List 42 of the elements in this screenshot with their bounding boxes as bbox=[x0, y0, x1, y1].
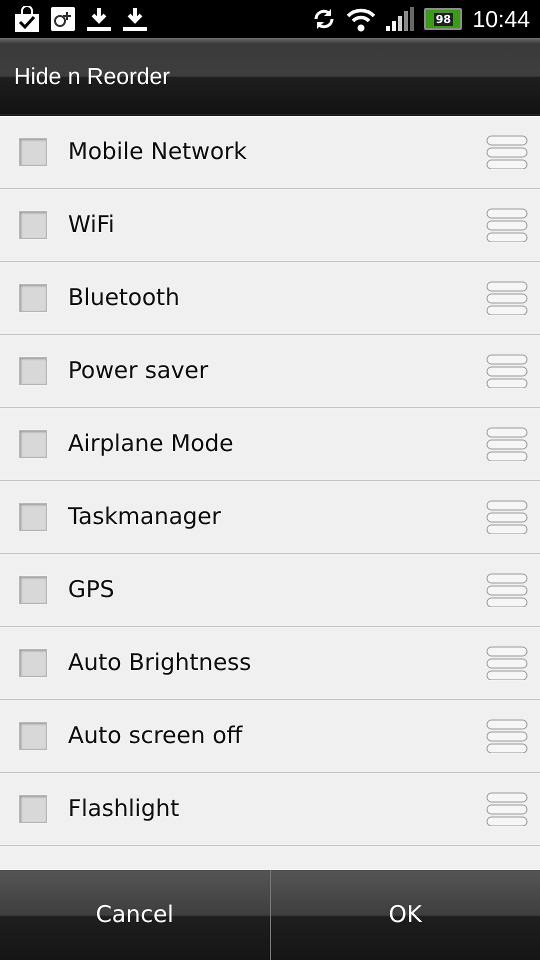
checkbox[interactable] bbox=[19, 430, 47, 458]
checkbox[interactable] bbox=[19, 284, 47, 312]
wifi-icon bbox=[346, 6, 376, 32]
item-label: WiFi bbox=[68, 212, 116, 238]
item-label: Auto screen off bbox=[68, 723, 244, 749]
dialog-title: Hide n Reorder bbox=[14, 62, 170, 90]
sync-icon bbox=[312, 7, 336, 31]
checkbox[interactable] bbox=[19, 503, 47, 531]
drag-handle-icon[interactable] bbox=[486, 500, 528, 534]
ok-button[interactable]: OK bbox=[270, 870, 540, 960]
checkbox[interactable] bbox=[19, 795, 47, 823]
plus-badge-icon bbox=[50, 6, 76, 32]
drag-handle-icon[interactable] bbox=[486, 354, 528, 388]
item-label: Flashlight bbox=[68, 796, 180, 822]
item-label: Bluetooth bbox=[68, 285, 181, 311]
drag-handle-icon[interactable] bbox=[486, 135, 528, 169]
item-label: Power saver bbox=[68, 358, 210, 384]
checkbox[interactable] bbox=[19, 211, 47, 239]
checkbox[interactable] bbox=[19, 722, 47, 750]
signal-icon bbox=[386, 7, 414, 31]
drag-handle-icon[interactable] bbox=[486, 573, 528, 607]
checkbox[interactable] bbox=[19, 138, 47, 166]
drag-handle-icon[interactable] bbox=[486, 646, 528, 680]
drag-handle-icon[interactable] bbox=[486, 427, 528, 461]
checkbox[interactable] bbox=[19, 649, 47, 677]
item-label: Auto Brightness bbox=[68, 650, 252, 676]
drag-handle-icon[interactable] bbox=[486, 792, 528, 826]
checkbox[interactable] bbox=[19, 357, 47, 385]
drag-handle-icon[interactable] bbox=[486, 281, 528, 315]
battery-level: 98 bbox=[434, 12, 454, 26]
item-label: Airplane Mode bbox=[68, 431, 234, 457]
cancel-button[interactable]: Cancel bbox=[0, 870, 270, 960]
shopping-bag-icon bbox=[14, 6, 40, 32]
item-label: Mobile Network bbox=[68, 139, 248, 165]
download-icon bbox=[122, 6, 148, 32]
item-label: Taskmanager bbox=[68, 504, 222, 530]
download-icon bbox=[86, 6, 112, 32]
checkbox[interactable] bbox=[19, 576, 47, 604]
drag-handle-icon[interactable] bbox=[486, 208, 528, 242]
item-label: GPS bbox=[68, 577, 116, 603]
drag-handle-icon[interactable] bbox=[486, 719, 528, 753]
clock-time: 10:44 bbox=[472, 6, 530, 32]
